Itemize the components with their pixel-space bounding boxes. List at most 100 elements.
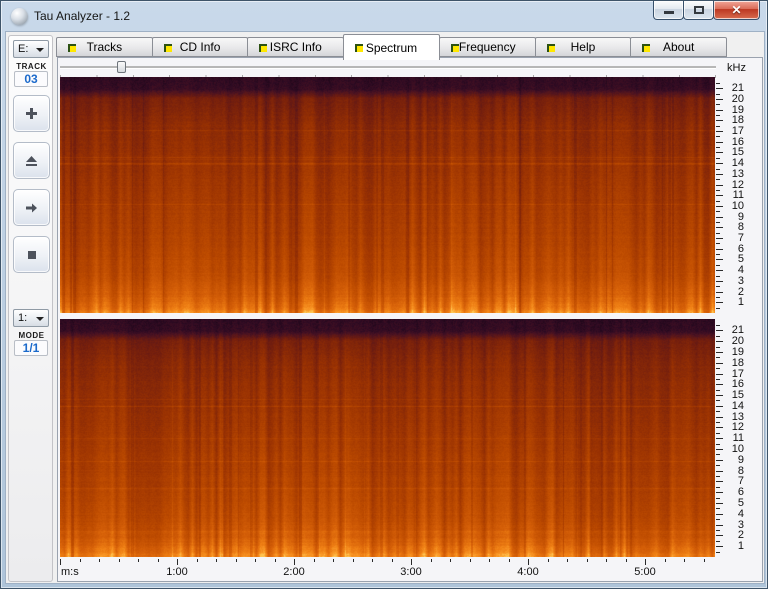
- freq-tick: [716, 94, 720, 95]
- close-button[interactable]: ✕: [713, 1, 760, 20]
- add-button[interactable]: [13, 95, 50, 132]
- tab-spectrum[interactable]: Spectrum: [343, 34, 440, 60]
- freq-tick-label: 12: [726, 422, 744, 433]
- freq-tick: [716, 541, 720, 542]
- title-bar[interactable]: Tau Analyzer - 1.2 ✕: [2, 2, 766, 31]
- freq-tick-label: 12: [726, 180, 744, 191]
- close-icon: ✕: [714, 3, 759, 17]
- time-tick: [489, 559, 490, 562]
- time-tick-label: 4:00: [511, 566, 545, 578]
- time-tick: [119, 559, 120, 562]
- freq-tick: [716, 336, 720, 337]
- freq-tick-label: 1: [726, 297, 744, 308]
- time-tick: [314, 559, 315, 562]
- time-tick: [392, 559, 393, 562]
- freq-tick: [716, 368, 720, 369]
- freq-tick: [716, 492, 723, 493]
- freq-tick: [716, 519, 720, 520]
- freq-tick: [716, 308, 720, 309]
- time-tick-label: 3:00: [394, 566, 428, 578]
- freq-tick: [716, 131, 723, 132]
- freq-tick: [716, 325, 720, 326]
- freq-tick-label: 10: [726, 444, 744, 455]
- freq-tick-label: 8: [726, 222, 744, 233]
- freq-tick-label: 9: [726, 212, 744, 223]
- freq-tick-label: 18: [726, 115, 744, 126]
- tab-led-icon: [451, 44, 459, 52]
- freq-tick: [716, 286, 720, 287]
- spectrum-panel: kHz 123456789101112131415161718192021 12…: [57, 57, 763, 582]
- freq-tick: [716, 158, 720, 159]
- drive-select[interactable]: E:: [13, 40, 49, 58]
- tab-about[interactable]: About: [630, 37, 727, 57]
- time-tick-label: 2:00: [277, 566, 311, 578]
- app-icon[interactable]: [11, 8, 28, 25]
- freq-tick-label: 7: [726, 476, 744, 487]
- freq-tick: [716, 535, 723, 536]
- time-tick: [548, 559, 549, 562]
- time-tick: [567, 559, 568, 562]
- tab-led-icon: [164, 44, 172, 52]
- freq-tick: [716, 297, 720, 298]
- freq-tick: [716, 438, 723, 439]
- tab-led-icon: [259, 44, 267, 52]
- freq-tick-label: 6: [726, 244, 744, 255]
- freq-tick: [716, 433, 720, 434]
- slider-thumb[interactable]: [117, 61, 126, 73]
- minimize-button[interactable]: [653, 1, 684, 20]
- freq-tick-label: 17: [726, 369, 744, 380]
- freq-tick-label: 2: [726, 530, 744, 541]
- freq-tick: [716, 174, 723, 175]
- freq-tick: [716, 390, 720, 391]
- freq-tick: [716, 227, 723, 228]
- chevron-down-icon: [36, 317, 44, 321]
- stop-button[interactable]: [13, 236, 50, 273]
- tab-bar: Tracks CD Info ISRC Info Spectrum Freque…: [57, 34, 727, 58]
- freq-tick: [716, 179, 720, 180]
- freq-tick: [716, 83, 720, 84]
- tab-help[interactable]: Help: [535, 37, 632, 57]
- time-tick: [528, 559, 529, 565]
- freq-tick-label: 3: [726, 276, 744, 287]
- tab-label: Help: [571, 40, 596, 54]
- session-select-value: 1:: [18, 312, 27, 324]
- freq-tick: [716, 465, 720, 466]
- time-tick: [138, 559, 139, 562]
- freq-tick: [716, 487, 720, 488]
- window-title: Tau Analyzer - 1.2: [34, 9, 130, 23]
- time-tick: [216, 559, 217, 562]
- time-tick: [372, 559, 373, 562]
- freq-tick: [716, 259, 723, 260]
- freq-tick: [716, 249, 723, 250]
- slider-track[interactable]: [60, 66, 716, 69]
- time-tick: [431, 559, 432, 562]
- tab-label: ISRC Info: [270, 40, 322, 54]
- maximize-button[interactable]: [683, 1, 714, 20]
- time-tick: [704, 559, 705, 562]
- freq-tick: [716, 427, 723, 428]
- position-slider[interactable]: [60, 60, 716, 74]
- freq-tick: [716, 233, 720, 234]
- freq-tick: [716, 417, 723, 418]
- freq-tick: [716, 217, 723, 218]
- session-select[interactable]: 1:: [13, 309, 49, 327]
- eject-button[interactable]: [13, 142, 50, 179]
- freq-tick: [716, 363, 723, 364]
- freq-tick: [716, 142, 723, 143]
- freq-tick-label: 19: [726, 105, 744, 116]
- freq-tick: [716, 476, 720, 477]
- tab-cd-info[interactable]: CD Info: [152, 37, 249, 57]
- tab-frequency[interactable]: Frequency: [439, 37, 536, 57]
- spectrogram-right-channel: [60, 319, 715, 557]
- plus-icon: [26, 108, 37, 119]
- freq-tick: [716, 190, 720, 191]
- track-number: 03: [14, 71, 48, 87]
- next-button[interactable]: [13, 189, 50, 226]
- freq-tick-label: 15: [726, 390, 744, 401]
- time-tick: [626, 559, 627, 562]
- tab-isrc-info[interactable]: ISRC Info: [247, 37, 344, 57]
- freq-tick: [716, 136, 720, 137]
- freq-tick: [716, 292, 723, 293]
- tab-tracks[interactable]: Tracks: [56, 37, 153, 57]
- freq-tick: [716, 471, 723, 472]
